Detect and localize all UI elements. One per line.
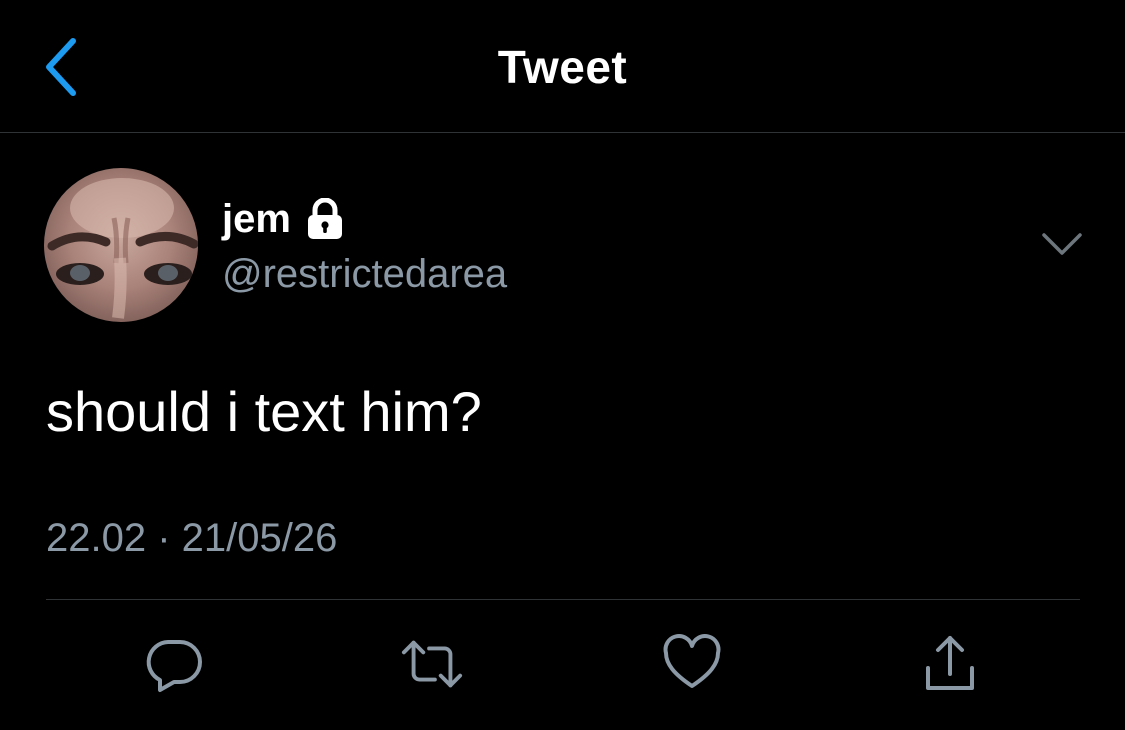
avatar[interactable] [44,168,198,322]
retweet-icon [401,640,463,688]
author-handle[interactable]: @restrictedarea [222,248,507,300]
tweet-timestamp[interactable]: 22.02 · 21/05/26 [46,512,337,564]
retweet-button[interactable] [400,632,464,696]
tweet-text: should i text him? [46,380,482,443]
chevron-down-icon [1042,233,1082,255]
reply-button[interactable] [142,632,206,696]
page-title: Tweet [497,41,628,93]
top-nav-bar: Tweet [0,0,1125,133]
share-icon [926,636,974,690]
like-button[interactable] [660,632,724,696]
heart-icon [663,634,721,688]
author-name-row[interactable]: jem [222,193,345,245]
reply-icon [146,640,202,692]
avatar-image [47,178,198,319]
more-options-button[interactable] [1036,222,1088,266]
author-display-name[interactable]: jem [222,195,291,243]
lock-icon [305,198,345,240]
divider [46,599,1080,600]
share-button[interactable] [918,632,982,696]
